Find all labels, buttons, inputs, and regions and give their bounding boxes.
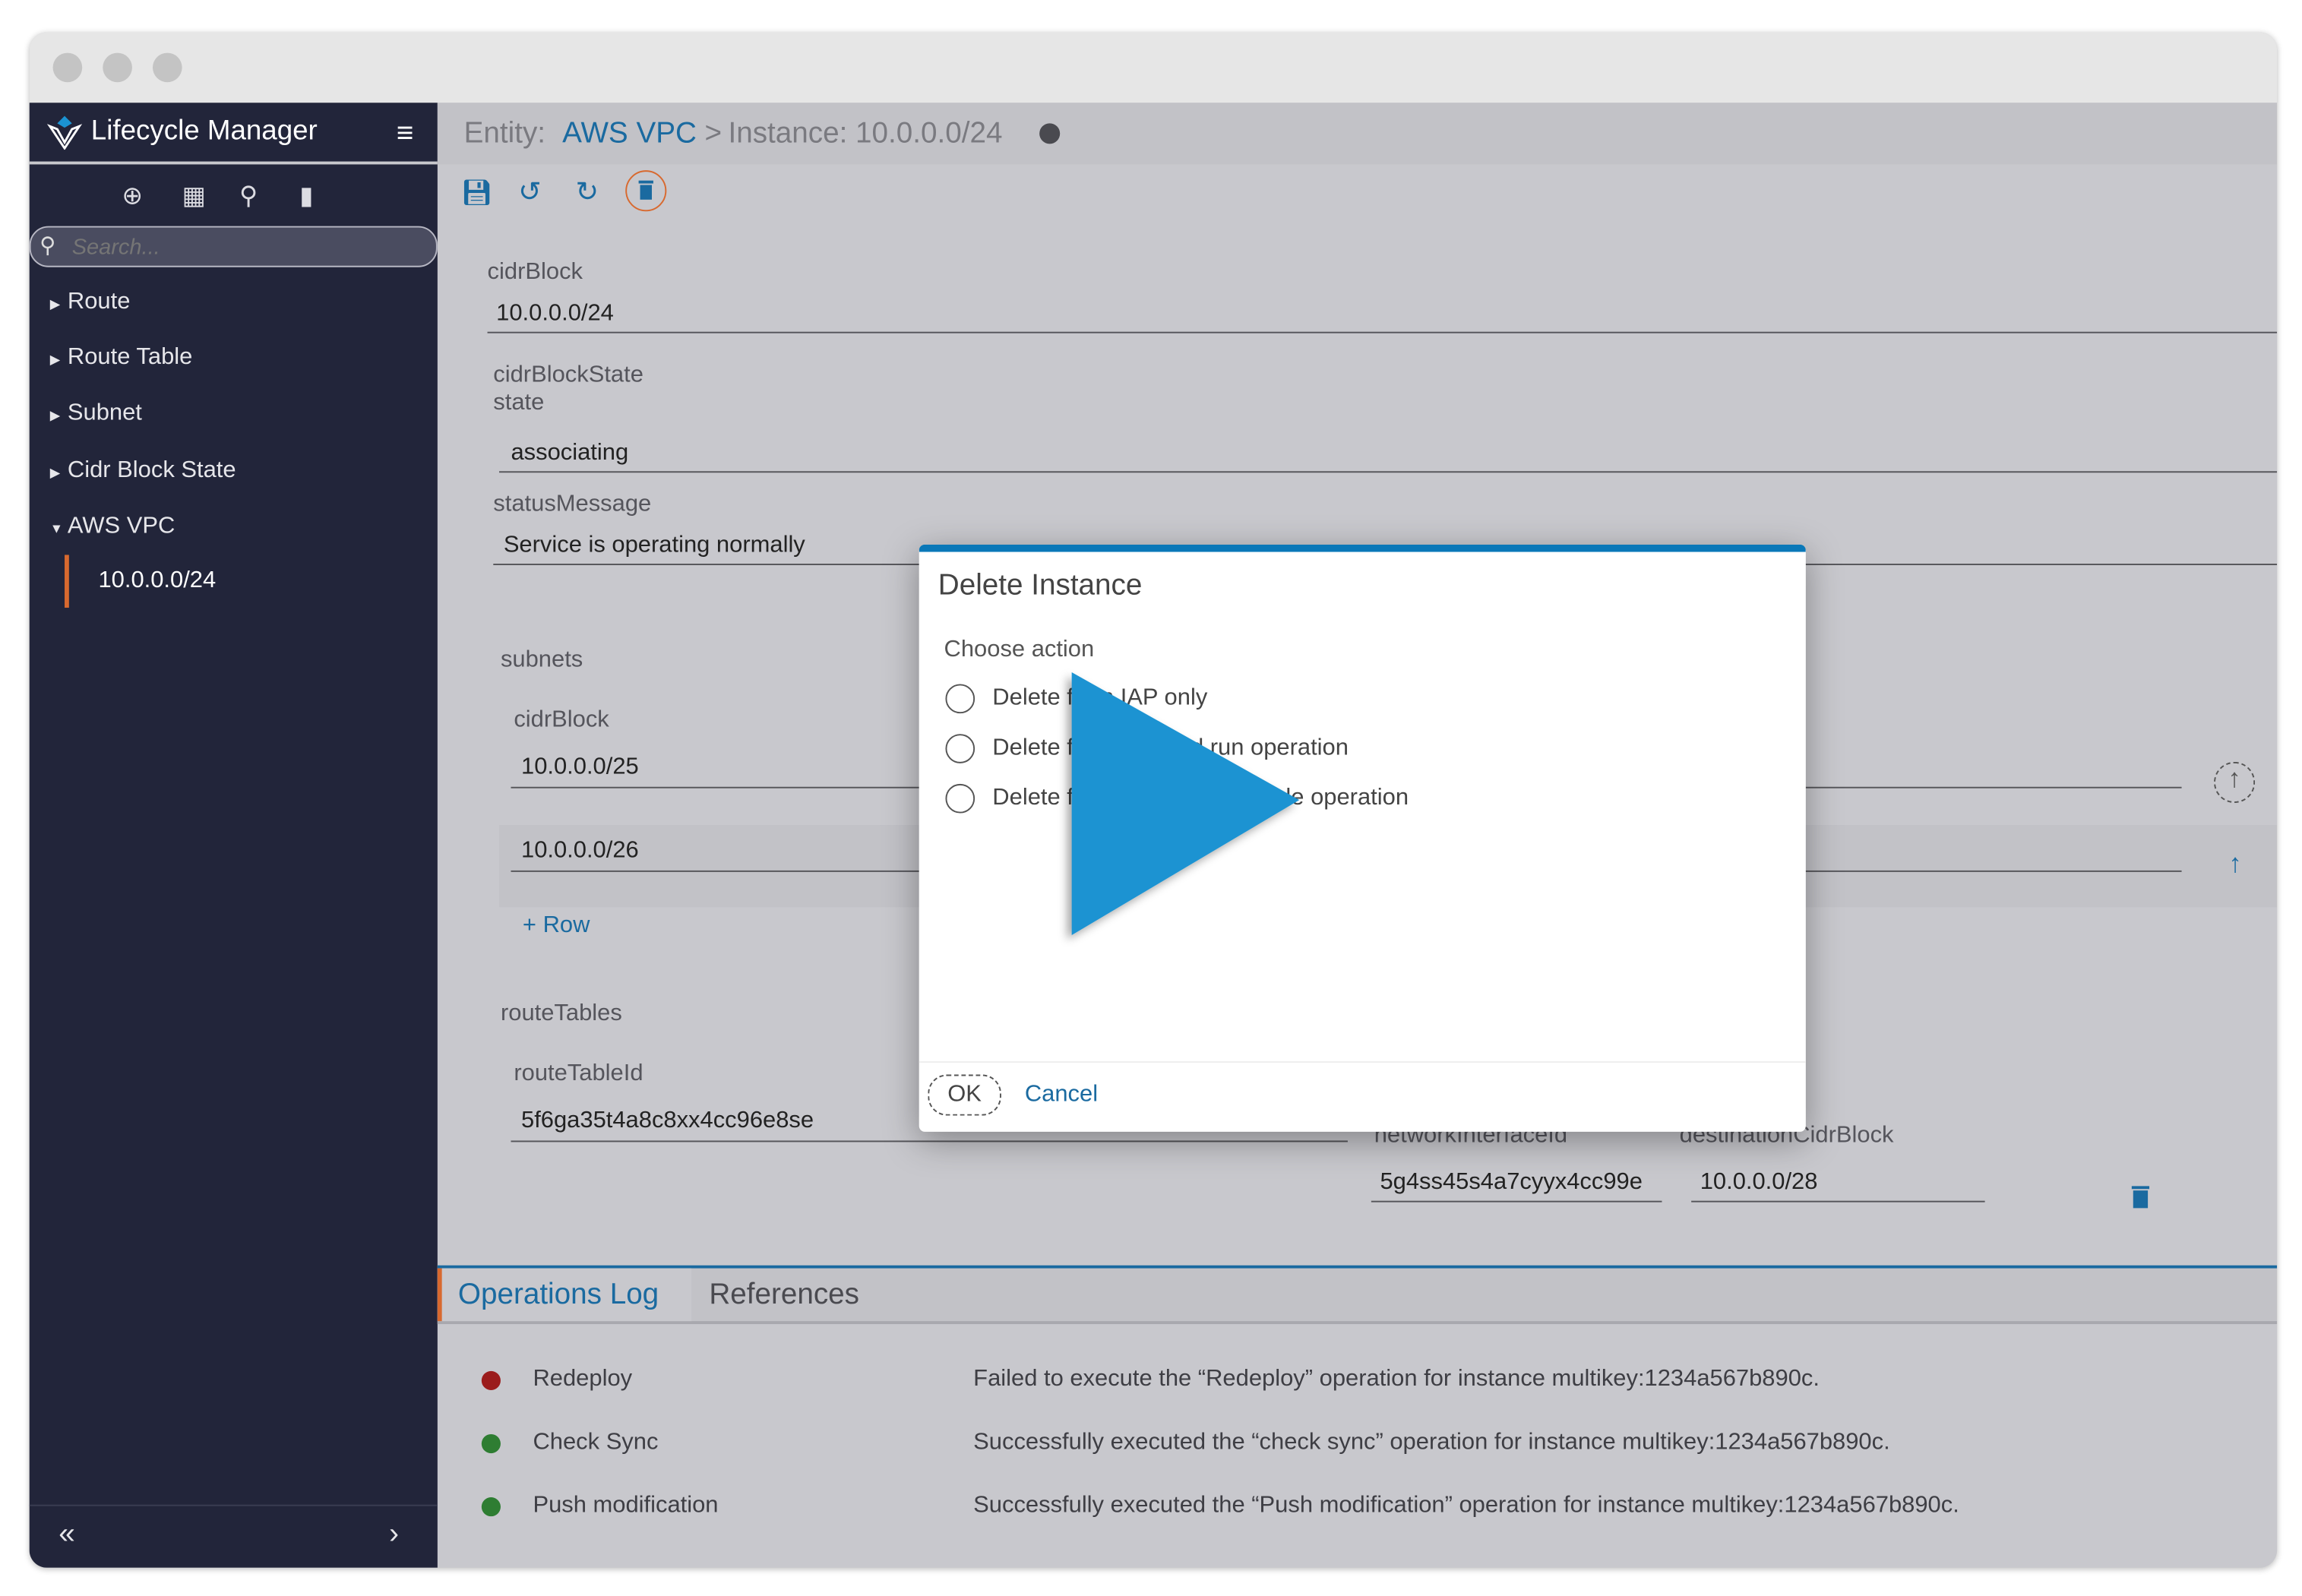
play-overlay[interactable]	[0, 0, 2302, 1596]
play-icon[interactable]	[1071, 672, 1300, 935]
